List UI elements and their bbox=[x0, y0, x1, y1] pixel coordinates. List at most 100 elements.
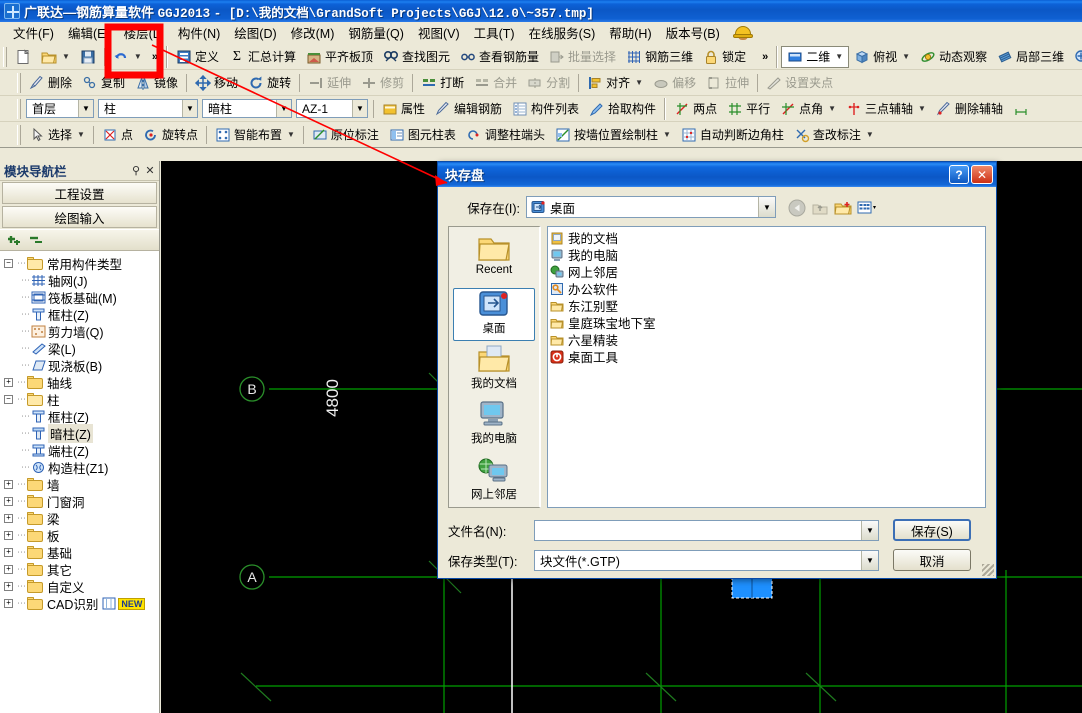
floor-select[interactable]: 首层 ▼ bbox=[26, 99, 94, 118]
draw-column-by-wall-button[interactable]: 按墙位置绘制柱 ▼ bbox=[550, 124, 676, 146]
edit-rebar-button[interactable]: 编辑钢筋 bbox=[430, 98, 507, 120]
select-button[interactable]: 选择 ▼ bbox=[24, 124, 90, 146]
delete-axis-button[interactable]: 删除辅轴 bbox=[931, 98, 1008, 120]
three-point-axis-button[interactable]: 三点辅轴 ▼ bbox=[841, 98, 931, 120]
tree-node[interactable]: − ⋯ 柱 bbox=[2, 391, 159, 408]
tree-node[interactable]: + ⋯ 自定义 bbox=[2, 578, 159, 595]
filename-input[interactable]: ▼ bbox=[534, 519, 879, 541]
menu-view[interactable]: 视图(V) bbox=[411, 21, 467, 44]
lock-button[interactable]: 锁定 bbox=[698, 46, 751, 68]
parallel-button[interactable]: 平行 bbox=[722, 98, 775, 120]
tree-node[interactable]: ⋯ 梁(L) bbox=[2, 340, 159, 357]
place-item[interactable]: 网上邻居 bbox=[453, 455, 535, 507]
rotate-point-button[interactable]: 旋转点 bbox=[138, 124, 203, 146]
split-button[interactable]: 分割 bbox=[522, 72, 575, 94]
tree-node[interactable]: + ⋯ 梁 bbox=[2, 510, 159, 527]
project-settings-button[interactable]: 工程设置 bbox=[2, 182, 157, 204]
expand-toggle-icon[interactable]: + bbox=[4, 514, 13, 523]
category-select[interactable]: 柱 ▼ bbox=[98, 99, 198, 118]
menu-floor[interactable]: 楼层(L) bbox=[117, 21, 171, 44]
tree-node[interactable]: ⋯ 筏板基础(M) bbox=[2, 289, 159, 306]
save-in-select[interactable]: 桌面 ▼ bbox=[526, 196, 776, 218]
properties-button[interactable]: 属性 bbox=[377, 98, 430, 120]
close-icon[interactable]: ✕ bbox=[143, 164, 157, 177]
new-file-button[interactable] bbox=[10, 46, 36, 68]
dimension-button[interactable] bbox=[1008, 98, 1034, 120]
expand-toggle-icon[interactable]: + bbox=[4, 548, 13, 557]
align-button[interactable]: 对齐 ▼ bbox=[582, 72, 648, 94]
three-point-axis-caret-icon[interactable]: ▼ bbox=[918, 104, 926, 113]
toolbar-grip[interactable] bbox=[17, 98, 21, 119]
tree-node[interactable]: + ⋯ 门窗洞 bbox=[2, 493, 159, 510]
tree-node[interactable]: + ⋯ 其它 bbox=[2, 561, 159, 578]
tree-node[interactable]: ⋯ 轴网(J) bbox=[2, 272, 159, 289]
undo-button[interactable]: ▼ bbox=[108, 46, 147, 68]
tree-node[interactable]: ⋯ 框柱(Z) bbox=[2, 306, 159, 323]
dialog-resize-grip[interactable] bbox=[982, 564, 994, 576]
chevron-down-icon[interactable]: ▼ bbox=[182, 100, 197, 117]
summary-calc-button[interactable]: Σ 汇总计算 bbox=[224, 46, 301, 68]
tree-node[interactable]: ⋯ 构造柱(Z1) bbox=[2, 459, 159, 476]
point-angle-button[interactable]: 点角 ▼ bbox=[775, 98, 841, 120]
check-edit-annotation-button[interactable]: 查改标注 ▼ bbox=[789, 124, 879, 146]
local-3d-button[interactable]: 局部三维 bbox=[992, 46, 1069, 68]
view-2d-caret-icon[interactable]: ▼ bbox=[835, 52, 843, 61]
stretch-button[interactable]: 拉伸 bbox=[701, 72, 754, 94]
set-grip-button[interactable]: 设置夹点 bbox=[761, 72, 838, 94]
extend-button[interactable]: 延伸 bbox=[303, 72, 356, 94]
check-edit-annotation-caret-icon[interactable]: ▼ bbox=[866, 130, 874, 139]
menu-help[interactable]: 帮助(H) bbox=[602, 21, 658, 44]
cancel-button[interactable]: 取消 bbox=[893, 549, 971, 571]
expand-toggle-icon[interactable]: + bbox=[4, 480, 13, 489]
expand-toggle-icon[interactable]: + bbox=[4, 531, 13, 540]
file-list[interactable]: 我的文档 我的电脑 网上邻居 办公软件 东江别墅 皇庭珠宝地下室 六星精装 桌面工具 bbox=[547, 226, 986, 508]
collapse-all-icon[interactable] bbox=[28, 232, 44, 248]
point-angle-caret-icon[interactable]: ▼ bbox=[828, 104, 836, 113]
smart-layout-caret-icon[interactable]: ▼ bbox=[287, 130, 295, 139]
tree-node[interactable]: ⋯ 剪力墙(Q) bbox=[2, 323, 159, 340]
expand-toggle-icon[interactable]: + bbox=[4, 565, 13, 574]
smart-layout-button[interactable]: 智能布置 ▼ bbox=[210, 124, 300, 146]
helmet-icon[interactable] bbox=[732, 25, 753, 41]
top-view-button[interactable]: 俯视 ▼ bbox=[849, 46, 915, 68]
tree-node[interactable]: ⋯ 框柱(Z) bbox=[2, 408, 159, 425]
file-list-item[interactable]: 网上邻居 bbox=[550, 263, 985, 280]
file-list-item[interactable]: 六星精装 bbox=[550, 331, 985, 348]
save-button[interactable]: 保存(S) bbox=[893, 519, 971, 541]
rotate-button[interactable]: 旋转 bbox=[243, 72, 296, 94]
close-button[interactable]: ✕ bbox=[971, 165, 993, 184]
open-file-button[interactable]: ▼ bbox=[36, 46, 75, 68]
toolbar-grip[interactable] bbox=[17, 124, 21, 145]
fullscreen-button[interactable]: 全屏 bbox=[1069, 46, 1082, 68]
undo-caret-icon[interactable]: ▼ bbox=[134, 52, 142, 61]
member-select[interactable]: AZ-1 ▼ bbox=[296, 99, 368, 118]
menu-file[interactable]: 文件(F) bbox=[6, 21, 61, 44]
expand-toggle-icon[interactable]: + bbox=[4, 497, 13, 506]
file-list-item[interactable]: 我的文档 bbox=[550, 229, 985, 246]
menu-draw[interactable]: 绘图(D) bbox=[227, 21, 283, 44]
define-button[interactable]: 定义 bbox=[171, 46, 224, 68]
menu-online-service[interactable]: 在线服务(S) bbox=[522, 21, 603, 44]
toolbar-grip[interactable] bbox=[3, 46, 7, 67]
file-list-item[interactable]: 桌面工具 bbox=[550, 348, 985, 365]
move-button[interactable]: 移动 bbox=[190, 72, 243, 94]
find-element-button[interactable]: 查找图元 bbox=[378, 46, 455, 68]
chevron-down-icon[interactable]: ▼ bbox=[78, 100, 93, 117]
chevron-down-icon[interactable]: ▼ bbox=[861, 520, 878, 540]
new-folder-icon[interactable] bbox=[834, 199, 852, 215]
chevron-down-icon[interactable]: ▼ bbox=[352, 100, 367, 117]
tree-node[interactable]: + ⋯ CAD识别 NEW bbox=[2, 595, 159, 612]
tree-node[interactable]: ⋯ 暗柱(Z) bbox=[2, 424, 159, 443]
select-caret-icon[interactable]: ▼ bbox=[77, 130, 85, 139]
in-place-annotation-button[interactable]: 原位标注 bbox=[307, 124, 384, 146]
help-button[interactable]: ? bbox=[949, 165, 969, 184]
place-item[interactable]: 我的文档 bbox=[453, 344, 535, 396]
view-rebar-qty-button[interactable]: 查看钢筋量 bbox=[455, 46, 544, 68]
merge-button[interactable]: 合并 bbox=[469, 72, 522, 94]
view-mode-icon[interactable] bbox=[857, 199, 876, 215]
top-view-caret-icon[interactable]: ▼ bbox=[902, 52, 910, 61]
batch-select-button[interactable]: 批量选择 bbox=[544, 46, 621, 68]
back-icon[interactable] bbox=[788, 199, 806, 217]
collapse-toggle-icon[interactable]: − bbox=[4, 395, 13, 404]
component-list-button[interactable]: 构件列表 bbox=[507, 98, 584, 120]
